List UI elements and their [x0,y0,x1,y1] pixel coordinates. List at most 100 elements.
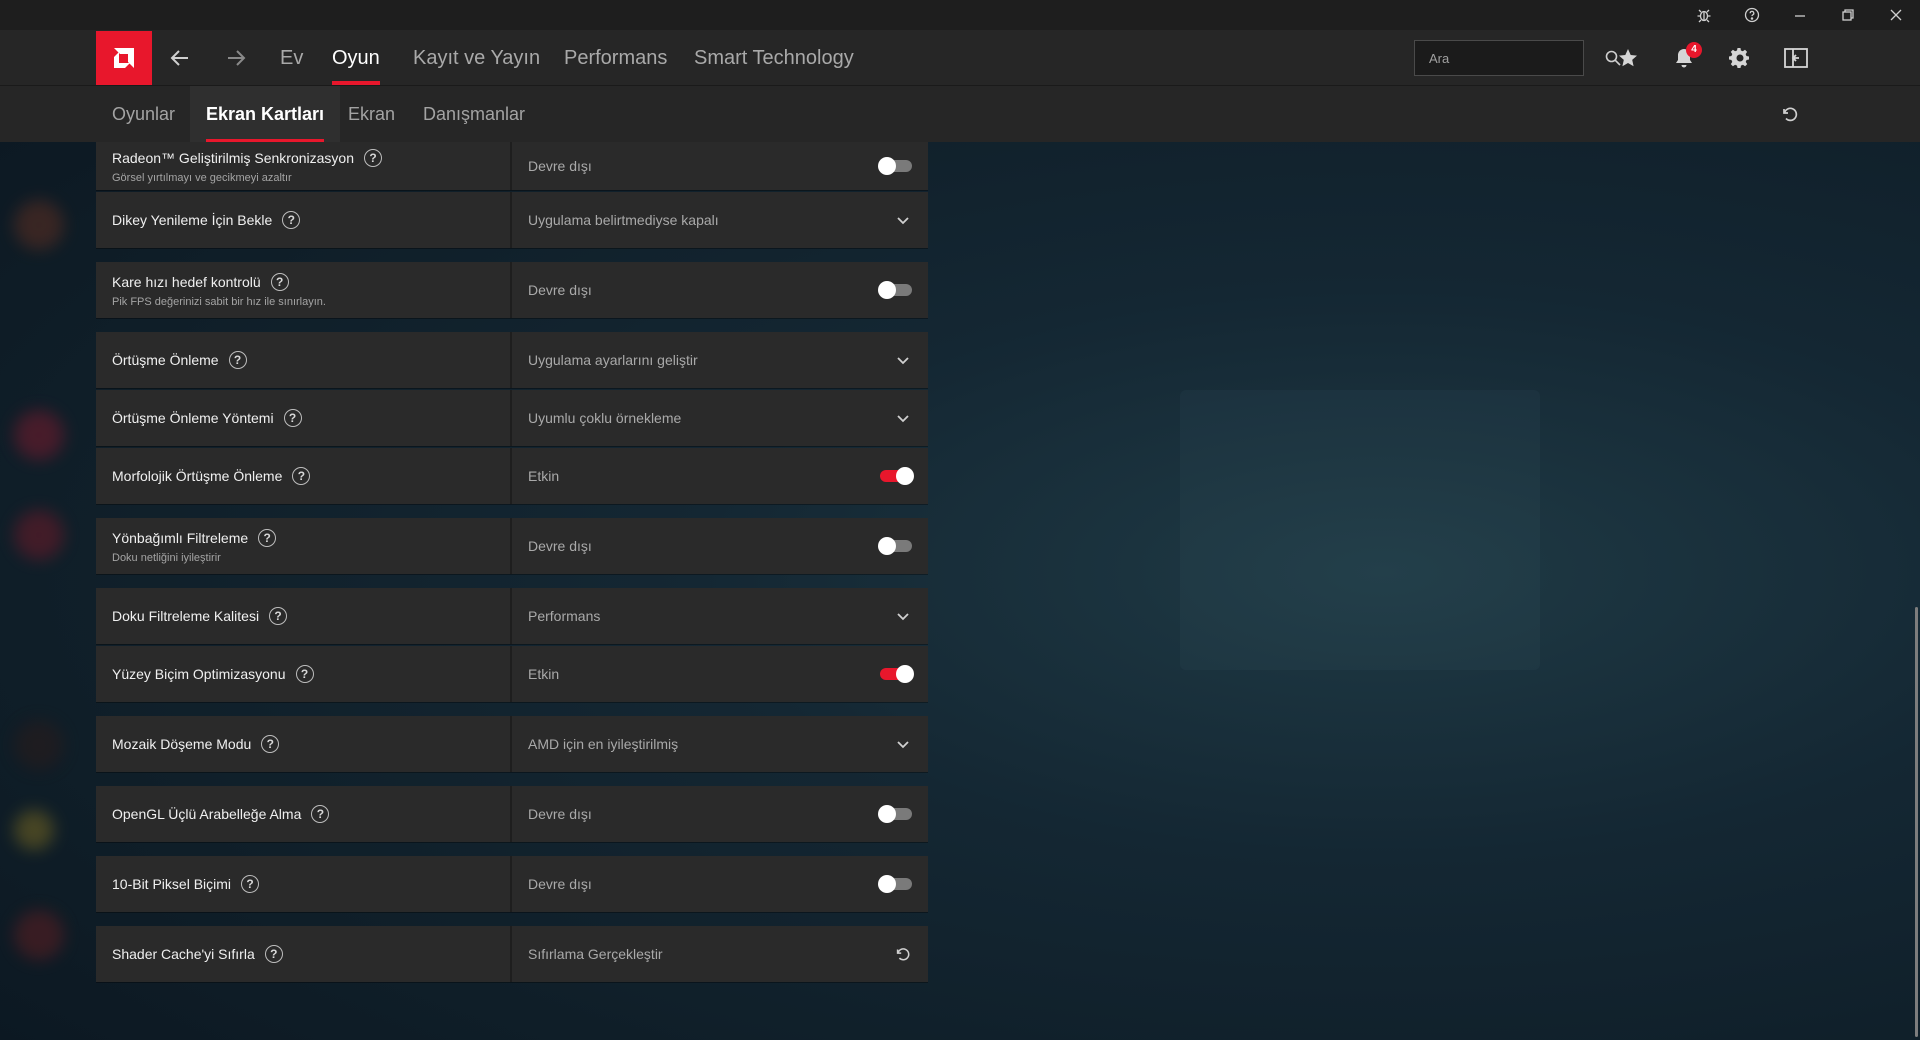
setting-row: Yüzey Biçim Optimizasyonu? Etkin [96,646,928,702]
help-question-icon[interactable]: ? [261,735,280,753]
setting-toggle[interactable] [878,157,912,175]
sidebar-panel-icon[interactable] [1780,42,1812,74]
amd-logo-icon[interactable] [96,31,152,85]
notifications-bell-icon[interactable]: 4 [1668,42,1702,74]
setting-value: Devre dışı [528,158,592,174]
favorites-star-icon[interactable] [1612,42,1644,74]
setting-row: Radeon™ Geliştirilmiş Senkronizasyon? Gör… [96,142,928,190]
tab-games[interactable]: Oyunlar [96,86,191,142]
setting-value-cell: Devre dışı [512,142,928,190]
settings-group: Örtüşme Önleme? Uygulama ayarlarını geliş… [96,332,928,504]
nav-gaming[interactable]: Oyun [332,30,380,86]
sub-navigation: Oyunlar Ekran Kartları Ekran Danışmanlar [0,86,1920,142]
setting-toggle[interactable] [880,467,914,485]
setting-label-line: Örtüşme Önleme Yöntemi? [112,409,510,427]
tab-display[interactable]: Ekran [332,86,411,142]
setting-label: 10-Bit Piksel Biçimi [112,876,232,892]
setting-toggle[interactable] [878,537,912,555]
setting-label-cell: 10-Bit Piksel Biçimi? [96,856,512,912]
notification-count-badge: 4 [1686,42,1702,58]
setting-label-cell: OpenGL Üçlü Arabelleğe Alma? [96,786,512,842]
close-icon[interactable] [1872,0,1920,30]
setting-dropdown[interactable]: AMD için en iyileştirilmiş [512,716,928,772]
reset-icon[interactable] [894,945,912,963]
reset-all-icon[interactable] [1776,100,1804,128]
forward-arrow-icon[interactable] [222,44,250,72]
help-question-icon[interactable]: ? [264,945,283,963]
minimize-icon[interactable] [1776,0,1824,30]
help-question-icon[interactable]: ? [364,148,382,167]
tab-graphics[interactable]: Ekran Kartları [190,86,341,142]
setting-dropdown[interactable]: Uygulama belirtmediyse kapalı [512,192,928,248]
setting-label: Mozaik Döşeme Modu [112,736,252,752]
setting-label: Yüzey Biçim Optimizasyonu [112,666,286,682]
nav-smart-technology[interactable]: Smart Technology [694,30,854,86]
help-question-icon[interactable]: ? [311,805,330,823]
setting-value: Devre dışı [528,538,592,554]
settings-group: Kare hızı hedef kontrolü? Pik FPS değerin… [96,262,928,318]
nav-record-stream[interactable]: Kayıt ve Yayın [413,30,540,86]
back-arrow-icon[interactable] [166,44,194,72]
setting-toggle[interactable] [880,665,914,683]
help-question-icon[interactable]: ? [295,665,314,683]
scrollbar-thumb[interactable] [1915,607,1918,1037]
setting-label-cell: Yüzey Biçim Optimizasyonu? [96,646,512,702]
help-question-icon[interactable]: ? [292,467,311,485]
help-question-icon[interactable]: ? [270,272,289,291]
settings-gear-icon[interactable] [1724,42,1756,74]
chevron-down-icon[interactable] [894,409,912,427]
setting-label-line: Örtüşme Önleme? [112,351,510,369]
nav-performance[interactable]: Performans [564,30,667,86]
scrollbar[interactable] [1912,142,1920,1040]
help-question-icon[interactable]: ? [258,528,277,547]
setting-row: Kare hızı hedef kontrolü? Pik FPS değerin… [96,262,928,318]
search-box [1414,40,1621,76]
help-question-icon[interactable]: ? [283,409,302,427]
help-question-icon[interactable]: ? [282,211,301,229]
setting-value-cell: Sıfırlama Gerçekleştir [512,926,928,982]
setting-value: Devre dışı [528,282,592,298]
chevron-down-icon[interactable] [894,211,912,229]
setting-label: Doku Filtreleme Kalitesi [112,608,260,624]
settings-group: Radeon™ Geliştirilmiş Senkronizasyon? Gör… [96,142,928,248]
setting-row: Morfolojik Örtüşme Önleme? Etkin [96,448,928,504]
settings-group: Shader Cache'yi Sıfırla? Sıfırlama Gerçek… [96,926,928,982]
chevron-down-icon[interactable] [894,607,912,625]
setting-toggle[interactable] [878,875,912,893]
background-blob [14,410,64,460]
background-blob [14,510,64,560]
chevron-down-icon[interactable] [894,351,912,369]
title-bar [0,0,1920,30]
setting-label-cell: Kare hızı hedef kontrolü? Pik FPS değerin… [96,262,512,318]
help-icon[interactable] [1728,0,1776,30]
setting-label-cell: Yönbağımlı Filtreleme? Doku netliğini iyi… [96,518,512,574]
setting-row: Örtüşme Önleme? Uygulama ayarlarını geliş… [96,332,928,388]
setting-value: Performans [528,608,601,624]
setting-label-line: Radeon™ Geliştirilmiş Senkronizasyon? [112,148,510,167]
setting-label-cell: Morfolojik Örtüşme Önleme? [96,448,512,504]
help-question-icon[interactable]: ? [269,607,288,625]
setting-label-line: 10-Bit Piksel Biçimi? [112,875,510,893]
setting-label: Örtüşme Önleme Yöntemi [112,410,274,426]
help-question-icon[interactable]: ? [228,351,247,369]
help-question-icon[interactable]: ? [241,875,260,893]
setting-row: 10-Bit Piksel Biçimi? Devre dışı [96,856,928,912]
search-input[interactable] [1415,50,1605,66]
setting-toggle[interactable] [878,281,912,299]
restore-icon[interactable] [1824,0,1872,30]
setting-row: Yönbağımlı Filtreleme? Doku netliğini iyi… [96,518,928,574]
setting-label-cell: Shader Cache'yi Sıfırla? [96,926,512,982]
setting-dropdown[interactable]: Uygulama ayarlarını geliştir [512,332,928,388]
setting-dropdown[interactable]: Performans [512,588,928,644]
nav-home[interactable]: Ev [280,30,303,86]
bug-report-icon[interactable] [1680,0,1728,30]
setting-label-cell: Mozaik Döşeme Modu? [96,716,512,772]
setting-toggle[interactable] [878,805,912,823]
main-navigation: Ev Oyun Kayıt ve Yayın Performans Smart … [0,30,1920,86]
setting-dropdown[interactable]: Uyumlu çoklu örnekleme [512,390,928,446]
settings-list: Radeon™ Geliştirilmiş Senkronizasyon? Gör… [96,142,928,996]
tab-advisors[interactable]: Danışmanlar [407,86,541,142]
setting-value-cell: Devre dışı [512,262,928,318]
background-panel [1180,390,1540,670]
chevron-down-icon[interactable] [894,735,912,753]
